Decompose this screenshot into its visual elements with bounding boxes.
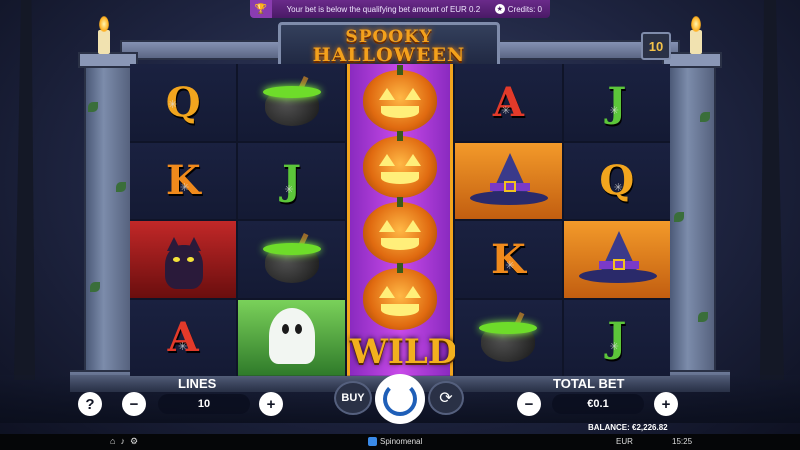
pillar-cap-left <box>78 52 138 68</box>
candle-right-icon <box>690 30 702 54</box>
reel-5: J ✳ Q ✳ J ✳ <box>563 64 670 376</box>
autoplay-button[interactable]: ⟳ <box>428 381 464 415</box>
credits-display: ★ Credits: 0 <box>494 4 550 14</box>
frame-pillar-right <box>668 60 716 390</box>
symbol-q: Q ✳ <box>563 142 670 219</box>
symbol-j: J ✳ <box>563 299 670 376</box>
footer-bar: ⌂ ♪ ⚙ Spinomenal EUR 15:25 <box>0 434 800 450</box>
help-button[interactable]: ? <box>78 392 102 416</box>
total-bet-value: €0.1 <box>552 394 644 414</box>
symbol-cauldron <box>238 64 345 141</box>
cauldron-icon <box>261 233 323 285</box>
symbol-j: J ✳ <box>563 64 670 141</box>
lines-increase-button[interactable]: + <box>259 392 283 416</box>
spin-button[interactable] <box>375 374 425 424</box>
lines-label: LINES <box>178 376 217 391</box>
symbol-a: A ✳ <box>455 64 562 141</box>
brand-name: Spinomenal <box>380 437 423 446</box>
pumpkin-icon <box>362 263 437 330</box>
frame-pillar-left <box>84 60 132 390</box>
symbol-k: K ✳ <box>455 221 562 298</box>
balance-display: BALANCE: €2,226.82 <box>588 423 668 432</box>
reel-1: Q ✳ K ✳ A ✳ <box>130 64 237 376</box>
symbol-j: J ✳ <box>238 142 345 219</box>
reel-4: A ✳ K ✳ <box>455 64 562 376</box>
total-bet-label: TOTAL BET <box>553 376 625 391</box>
witch-hat-icon <box>468 152 549 209</box>
trophy-icon: 🏆 <box>250 0 272 18</box>
symbol-witch-hat <box>563 221 670 298</box>
footer-icons: ⌂ ♪ ⚙ <box>110 436 138 447</box>
paylines-badge: 10 <box>641 32 671 60</box>
bet-decrease-button[interactable]: − <box>517 392 541 416</box>
sound-icon[interactable]: ♪ <box>120 436 125 447</box>
symbol-ghost <box>238 299 345 376</box>
settings-icon[interactable]: ⚙ <box>130 436 138 447</box>
pumpkin-icon <box>362 131 437 198</box>
symbol-a: A ✳ <box>130 299 237 376</box>
symbol-witch-hat <box>455 142 562 219</box>
symbol-black-cat <box>130 221 237 298</box>
pumpkin-icon <box>362 65 437 132</box>
cauldron-icon <box>261 76 323 128</box>
pumpkin-icon <box>362 197 437 264</box>
lines-decrease-button[interactable]: − <box>122 392 146 416</box>
buy-bonus-button[interactable]: BUY <box>334 381 372 415</box>
clock: 15:25 <box>672 437 693 446</box>
candle-left-icon <box>98 30 110 54</box>
credits-text: Credits: 0 <box>507 4 542 14</box>
cauldron-icon <box>477 311 539 364</box>
tree-right <box>760 0 784 380</box>
star-icon: ★ <box>494 4 505 14</box>
logo-line-2: HALLOWEEN <box>312 44 466 66</box>
reel-grid: Q ✳ K ✳ A ✳ J ✳ WILD A ✳ K ✳ J ✳ Q ✳ J ✳ <box>130 64 670 376</box>
flame-right-icon <box>691 16 701 32</box>
lines-value: 10 <box>158 394 250 414</box>
pillar-cap-right <box>662 52 722 68</box>
autoplay-icon: ⟳ <box>439 390 453 407</box>
witch-hat-icon <box>577 231 657 287</box>
home-icon[interactable]: ⌂ <box>110 436 115 447</box>
symbol-q: Q ✳ <box>130 64 237 141</box>
bet-increase-button[interactable]: + <box>654 392 678 416</box>
tree-left <box>14 0 35 380</box>
notice-message: Your bet is below the qualifying bet amo… <box>286 4 481 14</box>
provider-brand: Spinomenal <box>368 437 422 446</box>
spin-icon <box>383 382 417 416</box>
symbol-cauldron <box>238 221 345 298</box>
flame-left-icon <box>99 16 109 32</box>
reel-2: J ✳ <box>238 64 345 376</box>
wild-label: WILD <box>349 332 458 372</box>
currency-label: EUR <box>616 437 633 446</box>
symbol-cauldron <box>455 299 562 376</box>
spinomenal-logo-icon <box>368 437 377 446</box>
reel-3-wild: WILD <box>346 64 458 376</box>
black-cat-icon <box>153 229 213 290</box>
ghost-icon <box>268 307 315 368</box>
qualifying-bet-notice: 🏆 Your bet is below the qualifying bet a… <box>250 0 550 18</box>
symbol-k: K ✳ <box>130 142 237 219</box>
